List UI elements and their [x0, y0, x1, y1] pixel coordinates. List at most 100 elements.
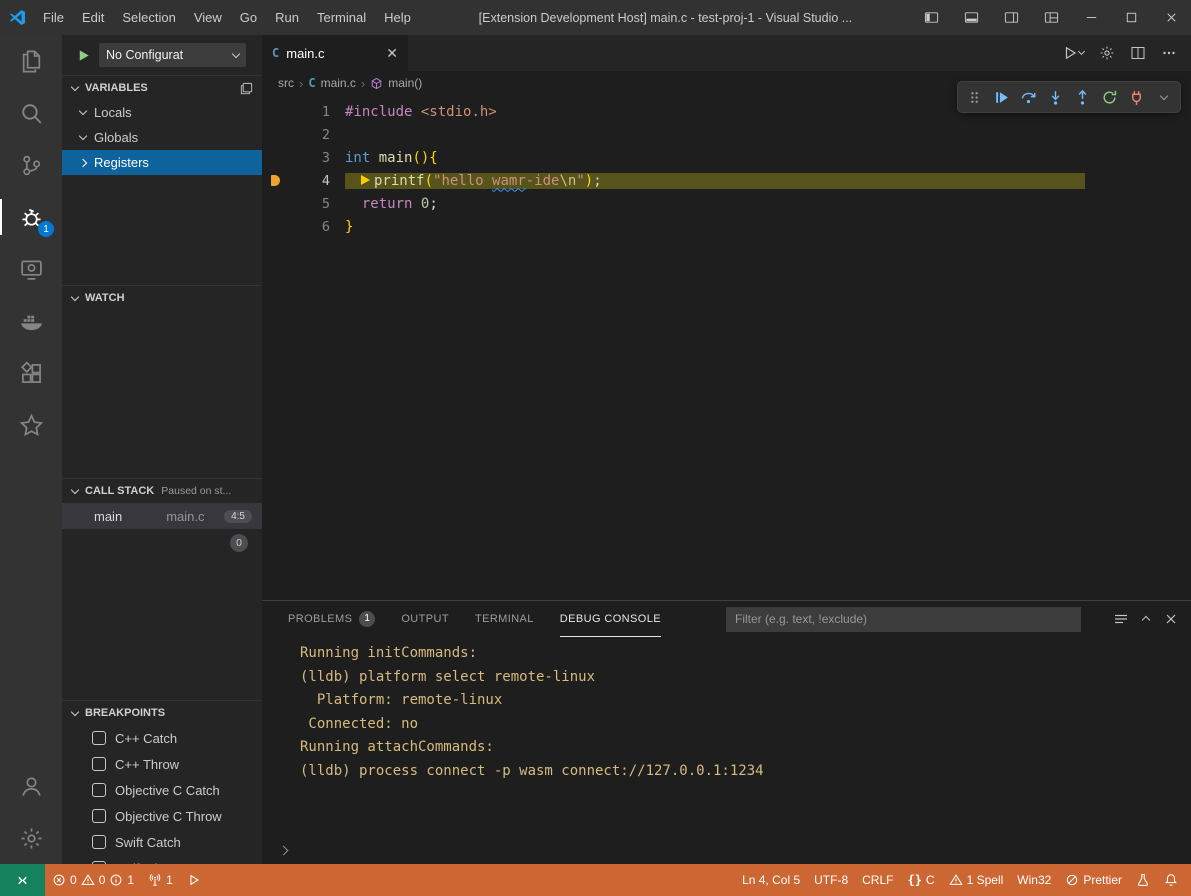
breakpoint-item[interactable]: Objective C Throw: [62, 803, 262, 829]
grip-icon[interactable]: [961, 83, 988, 111]
breadcrumb-file[interactable]: main.c: [321, 76, 356, 90]
cursor-position[interactable]: Ln 4, Col 5: [735, 864, 807, 896]
line-number[interactable]: 6: [288, 219, 330, 235]
watch-header[interactable]: WATCH: [62, 285, 262, 310]
step-out-icon[interactable]: [1069, 83, 1096, 111]
ports-indicator[interactable]: 1: [141, 864, 180, 896]
breakpoint-item[interactable]: Swift Catch: [62, 829, 262, 855]
encoding-indicator[interactable]: UTF-8: [807, 864, 855, 896]
notifications-bell-icon[interactable]: [1157, 864, 1185, 896]
remote-explorer-icon[interactable]: [0, 243, 62, 295]
customize-layout-icon[interactable]: [1031, 0, 1071, 35]
breakpoint-checkbox[interactable]: [92, 731, 106, 745]
language-mode[interactable]: {}C: [900, 864, 941, 896]
code-text[interactable]: #include <stdio.h>: [345, 104, 497, 120]
call-stack-header[interactable]: CALL STACK Paused on st...: [62, 478, 262, 503]
code-line[interactable]: 2: [262, 123, 1191, 146]
start-debug-button[interactable]: [76, 48, 91, 63]
step-into-icon[interactable]: [1042, 83, 1069, 111]
breakpoint-checkbox[interactable]: [92, 783, 106, 797]
source-control-icon[interactable]: [0, 139, 62, 191]
toggle-panel-icon[interactable]: [951, 0, 991, 35]
line-number[interactable]: 1: [288, 104, 330, 120]
menu-go[interactable]: Go: [231, 0, 266, 35]
extensions-icon[interactable]: [0, 347, 62, 399]
code-text[interactable]: return 0;: [345, 196, 438, 212]
breakpoint-item[interactable]: C++ Throw: [62, 751, 262, 777]
line-number[interactable]: 4: [288, 173, 330, 189]
restart-icon[interactable]: [1096, 83, 1123, 111]
toggle-sidebar-icon[interactable]: [911, 0, 951, 35]
stack-frame-row[interactable]: main main.c 4:5: [62, 503, 262, 529]
variables-header[interactable]: VARIABLES: [62, 75, 262, 100]
step-over-icon[interactable]: [1015, 83, 1042, 111]
console-filter-input[interactable]: [726, 607, 1081, 632]
code-text[interactable]: }: [345, 219, 353, 235]
code-line[interactable]: 3 int main(){: [262, 146, 1191, 169]
eol-indicator[interactable]: CRLF: [855, 864, 900, 896]
breakpoint-checkbox[interactable]: [92, 835, 106, 849]
beaker-icon[interactable]: [1129, 864, 1157, 896]
account-icon[interactable]: [0, 760, 62, 812]
code-lines[interactable]: 1 #include <stdio.h> 2 3 int main(){ 4 printf(…: [262, 95, 1191, 600]
continue-icon[interactable]: [988, 83, 1015, 111]
search-icon[interactable]: [0, 87, 62, 139]
breakpoint-checkbox[interactable]: [92, 757, 106, 771]
line-number[interactable]: 5: [288, 196, 330, 212]
tab-output[interactable]: OUTPUT: [401, 601, 449, 637]
gutter-glyph-margin[interactable]: [262, 175, 288, 186]
toggle-secondary-sidebar-icon[interactable]: [991, 0, 1031, 35]
close-panel-icon[interactable]: [1163, 611, 1179, 627]
breakpoint-checkbox[interactable]: [92, 809, 106, 823]
chevron-down-icon[interactable]: [1150, 83, 1177, 111]
tab-debug-console[interactable]: DEBUG CONSOLE: [560, 601, 661, 637]
spell-checker-status[interactable]: 1 Spell: [942, 864, 1011, 896]
close-button[interactable]: [1151, 0, 1191, 35]
debug-session-icon[interactable]: [180, 864, 208, 896]
tab-main-c[interactable]: C main.c ✕: [262, 35, 408, 71]
maximize-button[interactable]: [1111, 0, 1151, 35]
debug-config-dropdown[interactable]: No Configurat: [99, 43, 246, 67]
platform-indicator[interactable]: Win32: [1010, 864, 1058, 896]
variables-item-globals[interactable]: Globals: [62, 125, 262, 150]
menu-run[interactable]: Run: [266, 0, 308, 35]
breadcrumb-symbol[interactable]: main(): [388, 76, 422, 90]
menu-terminal[interactable]: Terminal: [308, 0, 375, 35]
console-input[interactable]: [262, 836, 1191, 864]
tab-problems[interactable]: PROBLEMS 1: [288, 601, 375, 637]
menu-help[interactable]: Help: [375, 0, 420, 35]
star-icon[interactable]: [0, 399, 62, 451]
line-number[interactable]: 2: [288, 127, 330, 143]
code-line[interactable]: 6}: [262, 215, 1191, 238]
breadcrumb-src[interactable]: src: [278, 76, 294, 90]
more-actions-icon[interactable]: [1161, 45, 1177, 61]
menu-view[interactable]: View: [185, 0, 231, 35]
explorer-icon[interactable]: [0, 35, 62, 87]
session-row[interactable]: 0: [62, 529, 262, 557]
code-line[interactable]: 4 printf("hello wamr-ide\n");: [262, 169, 1191, 192]
breakpoint-item[interactable]: Swift Throw: [62, 855, 262, 864]
code-text[interactable]: printf("hello wamr-ide\n");: [345, 173, 1085, 189]
minimize-button[interactable]: [1071, 0, 1111, 35]
breakpoint-item[interactable]: Objective C Catch: [62, 777, 262, 803]
split-editor-icon[interactable]: [1130, 45, 1146, 61]
settings-gear-icon[interactable]: [0, 812, 62, 864]
run-file-button[interactable]: [1062, 45, 1084, 61]
menu-selection[interactable]: Selection: [113, 0, 184, 35]
collapse-all-icon[interactable]: [239, 81, 254, 96]
gear-icon[interactable]: [1099, 45, 1115, 61]
menu-edit[interactable]: Edit: [73, 0, 113, 35]
docker-icon[interactable]: [0, 295, 62, 347]
variables-item-registers[interactable]: Registers: [62, 150, 262, 175]
formatter-indicator[interactable]: Prettier: [1058, 864, 1129, 896]
code-line[interactable]: 5 return 0;: [262, 192, 1191, 215]
line-number[interactable]: 3: [288, 150, 330, 166]
menu-file[interactable]: File: [34, 0, 73, 35]
tab-close-icon[interactable]: ✕: [386, 46, 398, 60]
code-text[interactable]: int main(){: [345, 150, 438, 166]
maximize-panel-icon[interactable]: [1143, 610, 1149, 628]
breakpoints-header[interactable]: BREAKPOINTS: [62, 700, 262, 725]
breakpoint-item[interactable]: C++ Catch: [62, 725, 262, 751]
disconnect-icon[interactable]: [1123, 83, 1150, 111]
variables-item-locals[interactable]: Locals: [62, 100, 262, 125]
